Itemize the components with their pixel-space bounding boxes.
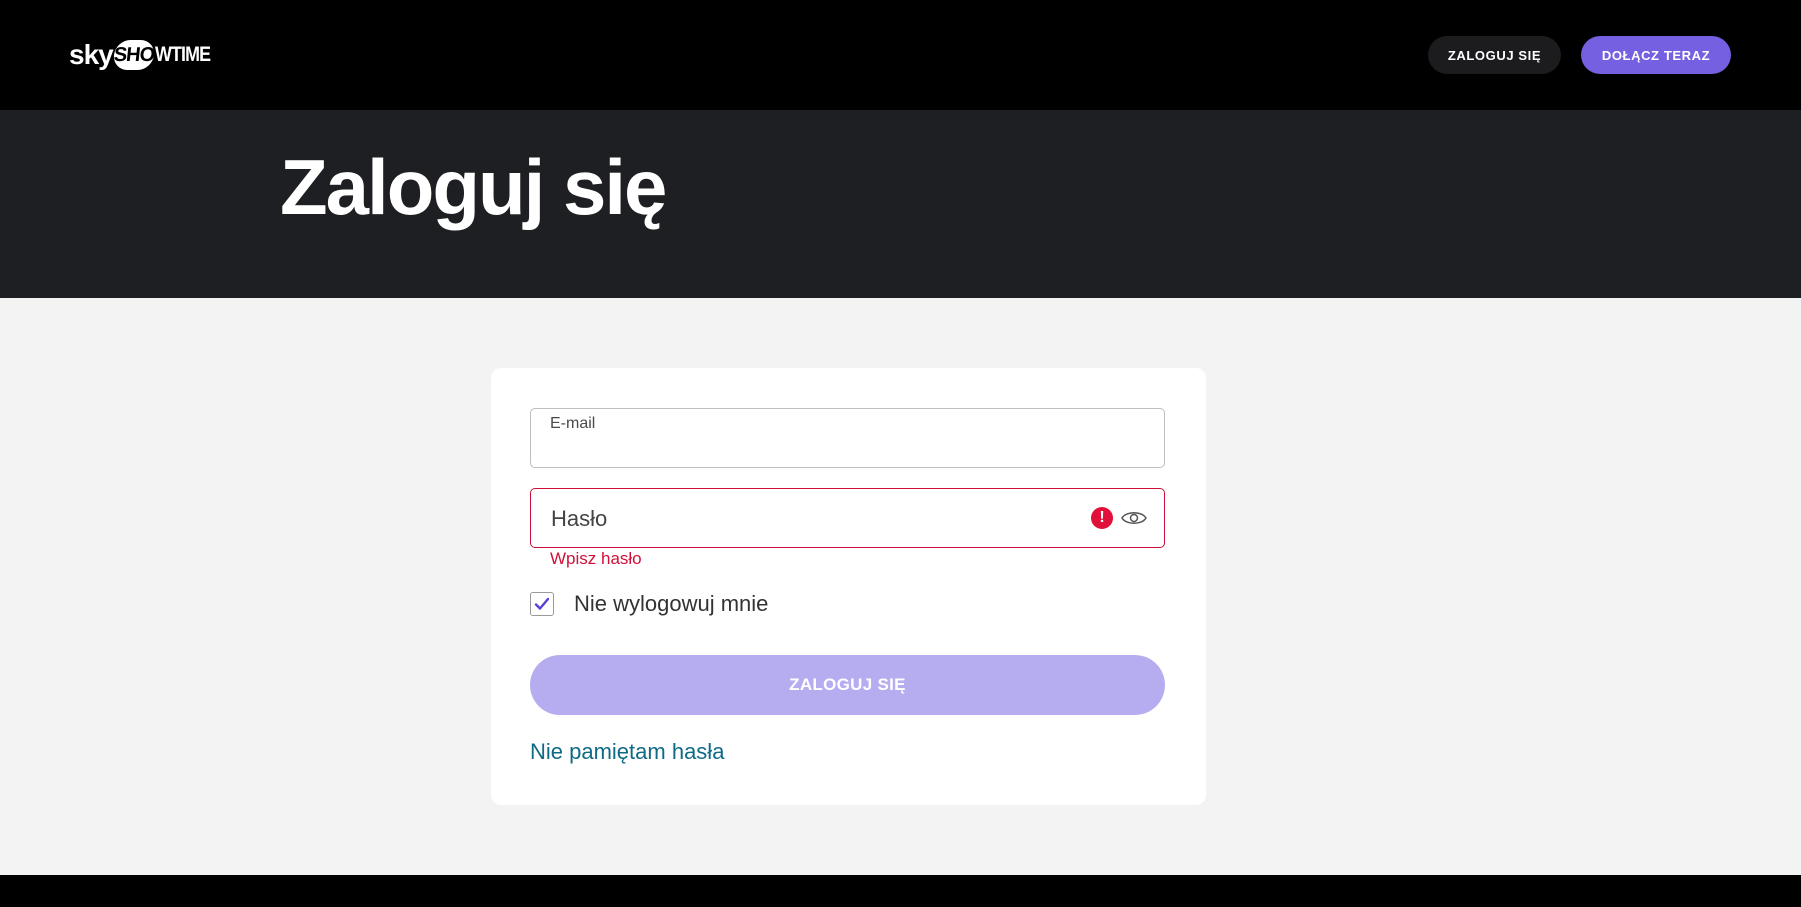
email-field-label: E-mail	[550, 415, 596, 432]
header-login-button[interactable]: ZALOGUJ SIĘ	[1428, 36, 1561, 74]
alert-icon: !	[1091, 507, 1113, 529]
skyshowtime-logo[interactable]: sky SHO WTIME	[69, 38, 220, 72]
logo-sky: sky	[69, 39, 114, 70]
remember-me-label: Nie wylogowuj mnie	[574, 591, 769, 616]
remember-me-row[interactable]: Nie wylogowuj mnie	[530, 590, 768, 618]
password-error-message: Wpisz hasło	[550, 549, 642, 568]
forgot-password-link[interactable]: Nie pamiętam hasła	[530, 739, 724, 765]
remember-me-checkbox[interactable]	[530, 592, 554, 616]
logo-time: WTIME	[154, 43, 211, 66]
footer-bar	[0, 875, 1801, 907]
login-form-card: E-mail ! Wpisz hasło Nie wylogowuj mnie …	[491, 368, 1206, 805]
eye-icon[interactable]	[1121, 509, 1147, 527]
email-input[interactable]	[549, 437, 1148, 463]
email-field[interactable]: E-mail	[530, 408, 1165, 468]
logo-show: SHO	[112, 40, 156, 70]
top-navigation-bar: sky SHO WTIME ZALOGUJ SIĘ DOŁĄCZ TERAZ	[0, 0, 1801, 110]
header-join-button[interactable]: DOŁĄCZ TERAZ	[1581, 36, 1731, 74]
password-input[interactable]	[549, 503, 1073, 535]
submit-login-button[interactable]: ZALOGUJ SIĘ	[530, 655, 1165, 715]
hero-banner: Zaloguj się	[0, 110, 1801, 298]
checkmark-icon	[534, 597, 550, 610]
page-title: Zaloguj się	[280, 143, 667, 231]
password-field[interactable]: !	[530, 488, 1165, 548]
